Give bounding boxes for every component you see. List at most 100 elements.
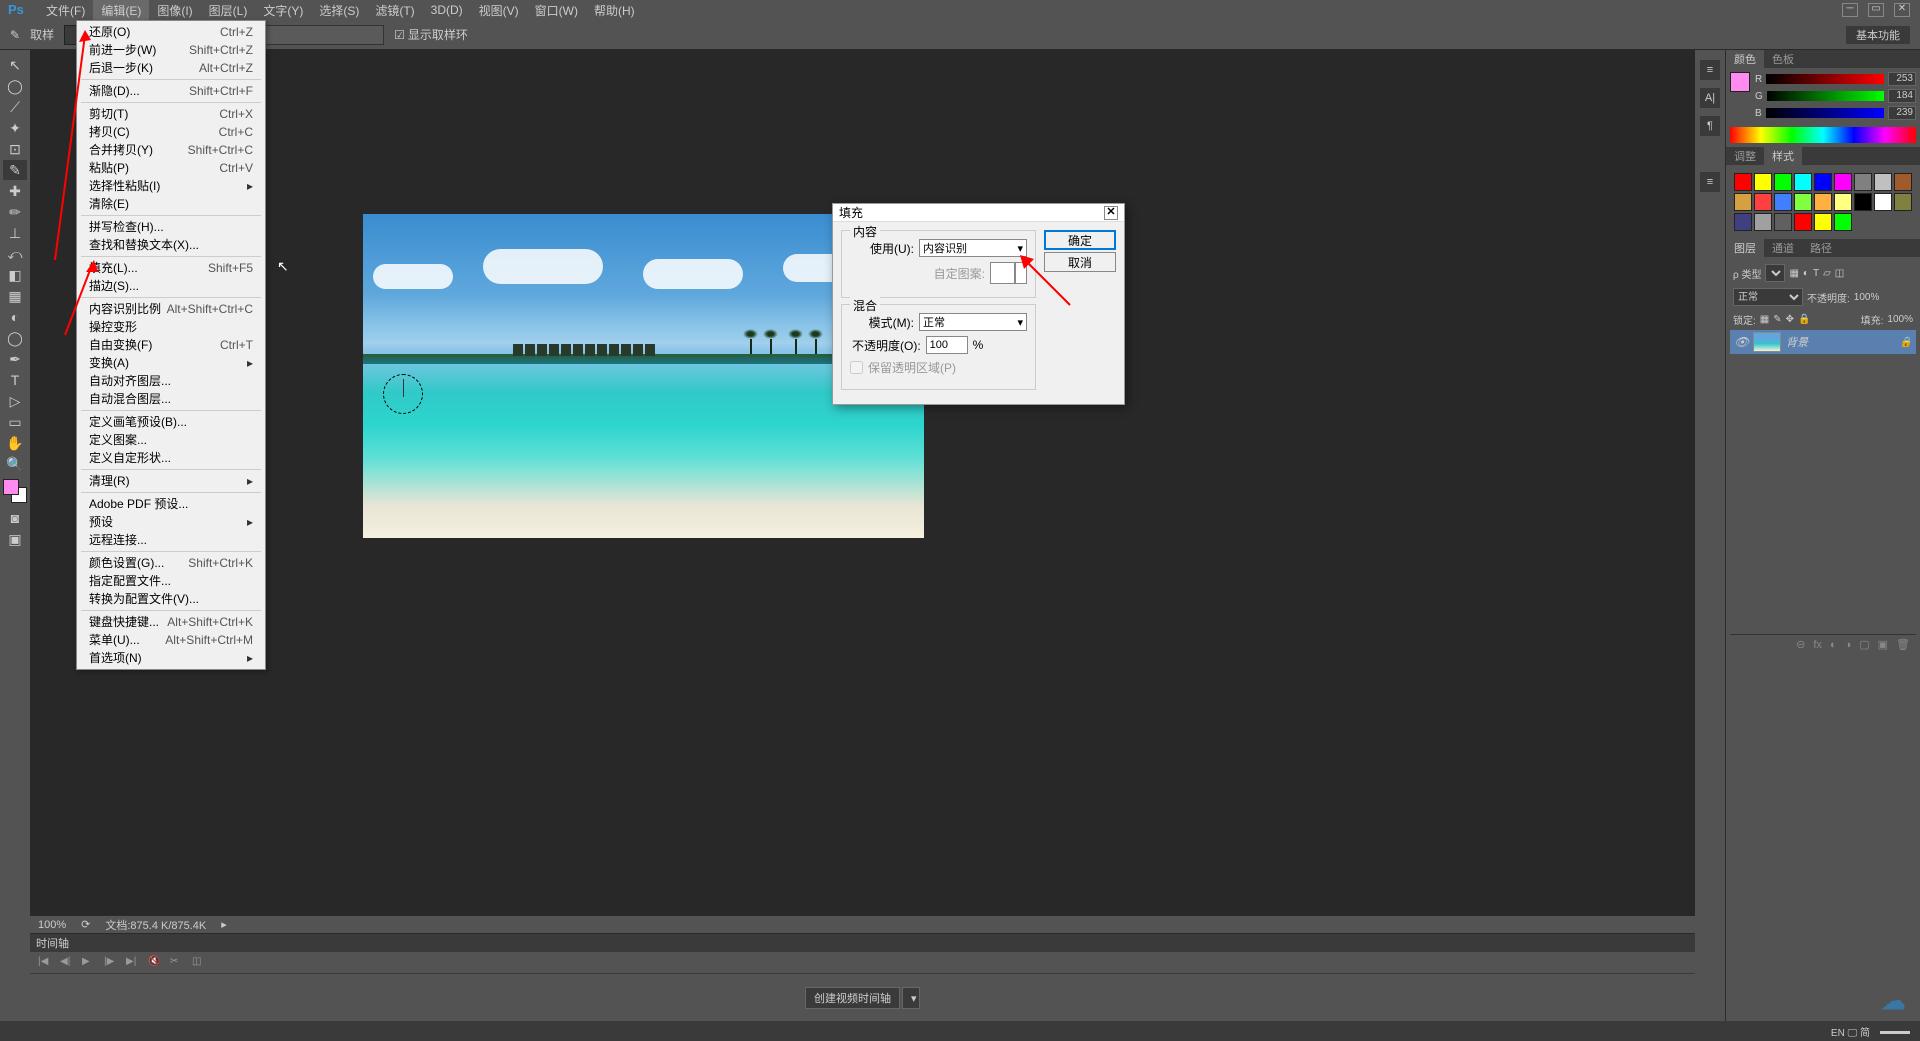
opacity-input[interactable] [926,336,968,354]
menu-item[interactable]: 后退一步(K)Alt+Ctrl+Z [77,59,265,77]
menu-item[interactable]: 拼写检查(H)... [77,218,265,236]
channels-tab[interactable]: 通道 [1764,239,1802,257]
style-swatch[interactable] [1854,193,1872,211]
wand-tool[interactable]: ✦ [3,118,27,138]
eraser-tool[interactable]: ◧ [3,265,27,285]
menu-item[interactable]: 拷贝(C)Ctrl+C [77,123,265,141]
menu-filter[interactable]: 滤镜(T) [367,0,422,21]
link-icon[interactable]: ⊝ [1796,638,1805,651]
mask-icon[interactable]: ◐ [1830,639,1837,651]
tl-transition-icon[interactable]: ◫ [192,956,206,970]
style-swatch[interactable] [1794,213,1812,231]
style-swatch[interactable] [1794,193,1812,211]
create-timeline-button[interactable]: 创建视频时间轴 [805,987,900,1009]
layer-row-background[interactable]: 👁 背景 🔒 [1730,330,1916,354]
eyedropper-tool[interactable]: ✎ [3,160,27,180]
adjustment-icon[interactable]: ◑ [1845,639,1852,651]
workspace-label[interactable]: 基本功能 [1846,26,1910,44]
menu-item[interactable]: 操控变形 [77,318,265,336]
style-swatch[interactable] [1794,173,1812,191]
layers-tab[interactable]: 图层 [1726,239,1764,257]
menu-item[interactable]: 预设▸ [77,513,265,531]
shape-tool[interactable]: ▭ [3,412,27,432]
style-swatch[interactable] [1874,193,1892,211]
color-swatch[interactable] [3,479,27,503]
menu-help[interactable]: 帮助(H) [586,0,643,21]
show-ring-checkbox[interactable]: ☑ 显示取样环 [394,26,468,43]
ok-button[interactable]: 确定 [1044,230,1116,250]
menu-type[interactable]: 文字(Y) [255,0,311,21]
cancel-button[interactable]: 取消 [1044,252,1116,272]
history-brush-tool[interactable]: ⤺ [3,244,27,264]
filter-shape-icon[interactable]: ▱ [1823,268,1831,279]
tl-play-icon[interactable]: ▶ [82,956,96,970]
fx-icon[interactable]: fx [1813,639,1822,651]
layer-name[interactable]: 背景 [1786,334,1808,350]
style-swatch[interactable] [1894,173,1912,191]
menu-item[interactable]: 剪切(T)Ctrl+X [77,105,265,123]
menu-item[interactable]: 颜色设置(G)...Shift+Ctrl+K [77,554,265,572]
info-arrow-icon[interactable]: ▸ [221,918,227,931]
tl-first-icon[interactable]: |◀ [38,956,52,970]
color-tab[interactable]: 颜色 [1726,50,1764,68]
b-slider[interactable] [1766,108,1884,118]
menu-item[interactable]: 菜单(U)...Alt+Shift+Ctrl+M [77,631,265,649]
lock-pos-icon[interactable]: ✥ [1786,314,1794,325]
menu-view[interactable]: 视图(V) [471,0,527,21]
style-swatch[interactable] [1734,173,1752,191]
menu-item[interactable]: 查找和替换文本(X)... [77,236,265,254]
style-swatch[interactable] [1734,193,1752,211]
style-swatch[interactable] [1834,213,1852,231]
menu-item[interactable]: 远程连接... [77,531,265,549]
minimize-button[interactable]: ─ [1842,3,1858,17]
marquee-tool[interactable]: ◯ [3,76,27,96]
menu-edit[interactable]: 编辑(E) [93,0,149,21]
b-value[interactable]: 239 [1888,106,1916,120]
fill-value[interactable]: 100% [1887,314,1913,325]
color-ramp[interactable] [1730,127,1916,143]
style-swatch[interactable] [1814,213,1832,231]
dock-history-icon[interactable]: ≡ [1700,60,1720,80]
lasso-tool[interactable]: ⟋ [3,97,27,117]
hand-tool[interactable]: ✋ [3,433,27,453]
menu-item[interactable]: 还原(O)Ctrl+Z [77,23,265,41]
menu-image[interactable]: 图像(I) [149,0,200,21]
style-swatch[interactable] [1814,173,1832,191]
menu-item[interactable]: 转换为配置文件(V)... [77,590,265,608]
style-swatch[interactable] [1774,213,1792,231]
zoom-level[interactable]: 100% [38,919,66,931]
menu-item[interactable]: 粘贴(P)Ctrl+V [77,159,265,177]
pen-tool[interactable]: ✒ [3,349,27,369]
style-swatch[interactable] [1814,193,1832,211]
menu-item[interactable]: 自由变换(F)Ctrl+T [77,336,265,354]
layer-thumbnail[interactable] [1753,332,1781,352]
dialog-titlebar[interactable]: 填充 ✕ [833,204,1124,222]
menu-item[interactable]: 指定配置文件... [77,572,265,590]
gradient-tool[interactable]: ▦ [3,286,27,306]
refresh-icon[interactable]: ⟳ [81,918,90,931]
styles-tab[interactable]: 样式 [1764,147,1802,165]
style-swatch[interactable] [1774,193,1792,211]
filter-adjust-icon[interactable]: ◐ [1803,268,1809,279]
menu-item[interactable]: 清理(R)▸ [77,472,265,490]
g-value[interactable]: 184 [1888,89,1916,103]
menu-item[interactable]: 描边(S)... [77,277,265,295]
adjust-tab[interactable]: 调整 [1726,147,1764,165]
tl-last-icon[interactable]: ▶| [126,956,140,970]
zoom-tool[interactable]: 🔍 [3,454,27,474]
menu-item[interactable]: 定义画笔预设(B)... [77,413,265,431]
move-tool[interactable]: ↖ [3,55,27,75]
menu-layer[interactable]: 图层(L) [201,0,256,21]
close-button[interactable]: ✕ [1894,3,1910,17]
menu-item[interactable]: Adobe PDF 预设... [77,495,265,513]
new-layer-icon[interactable]: ▣ [1878,638,1888,651]
style-swatch[interactable] [1754,173,1772,191]
menu-item[interactable]: 选择性粘贴(I)▸ [77,177,265,195]
group-icon[interactable]: ▢ [1859,638,1869,651]
menu-item[interactable]: 键盘快捷键...Alt+Shift+Ctrl+K [77,613,265,631]
swatches-tab[interactable]: 色板 [1764,50,1802,68]
r-slider[interactable] [1766,74,1884,84]
mode-select[interactable]: 正常▾ [919,313,1027,331]
style-swatch[interactable] [1874,173,1892,191]
style-swatch[interactable] [1754,213,1772,231]
